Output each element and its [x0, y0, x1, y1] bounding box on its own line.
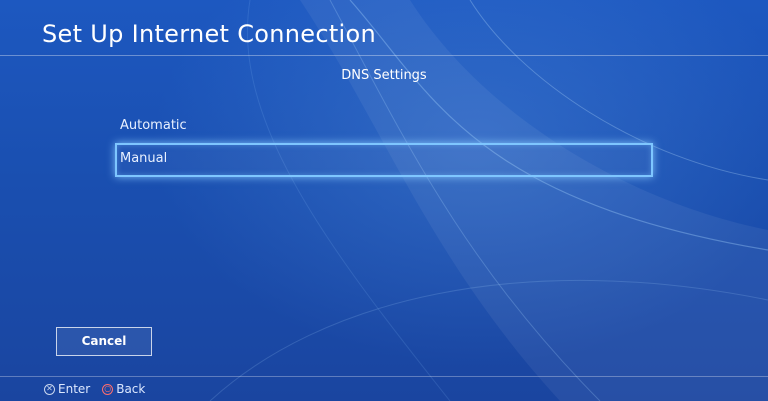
footer-hints: ✕ Enter ○ Back — [44, 380, 157, 398]
circle-button-icon: ○ — [102, 383, 114, 395]
back-hint-label: Back — [116, 382, 146, 396]
footer-divider — [0, 376, 768, 377]
cancel-button[interactable]: Cancel — [56, 327, 152, 356]
back-hint: ○ Back — [102, 382, 145, 396]
enter-hint-label: Enter — [58, 382, 91, 396]
option-manual[interactable]: Manual — [115, 143, 653, 177]
enter-hint: ✕ Enter — [44, 382, 90, 396]
dns-options-list: Automatic Manual — [115, 110, 653, 177]
header-divider — [0, 55, 768, 56]
ps4-screen: Set Up Internet Connection DNS Settings … — [0, 0, 768, 401]
section-title: DNS Settings — [341, 68, 427, 83]
cross-button-icon: ✕ — [44, 383, 55, 395]
option-automatic[interactable]: Automatic — [115, 110, 653, 142]
page-title: Set Up Internet Connection — [42, 20, 376, 48]
